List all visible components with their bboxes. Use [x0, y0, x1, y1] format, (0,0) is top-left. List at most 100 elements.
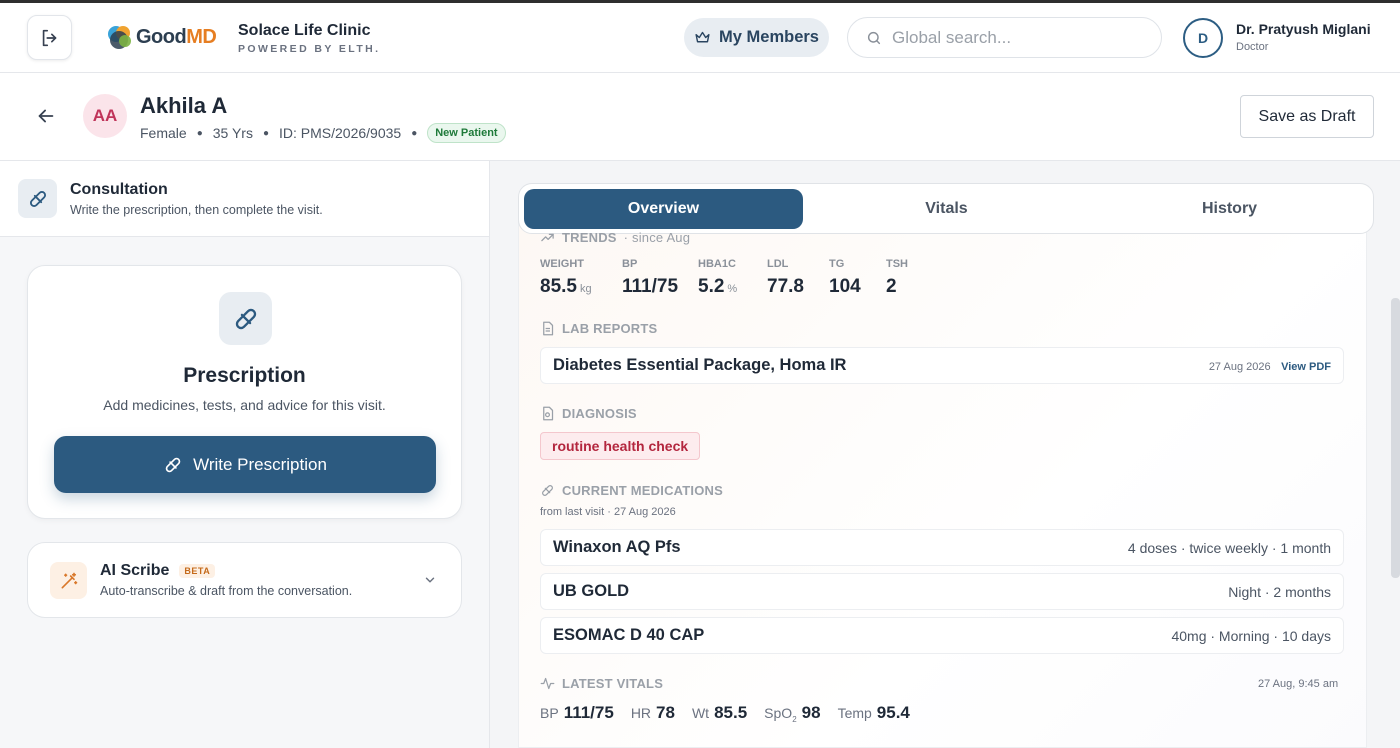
- diagnosis-label: DIAGNOSIS: [562, 406, 637, 421]
- write-prescription-button[interactable]: Write Prescription: [54, 436, 436, 493]
- metric-label: LDL: [767, 258, 789, 270]
- left-panel: Consultation Write the prescription, the…: [0, 161, 490, 748]
- medication-detail: Night · 2 months: [1228, 583, 1331, 600]
- search-icon: [867, 31, 881, 44]
- prescription-card: Prescription Add medicines, tests, and a…: [27, 265, 462, 519]
- file-search-icon: [543, 406, 554, 421]
- metric-unit: %: [727, 283, 738, 295]
- top-header: GoodMD Solace Life Clinic POWERED BY ELT…: [0, 3, 1400, 73]
- medication-row[interactable]: UB GOLD Night · 2 months: [540, 573, 1344, 610]
- ai-scribe-subtitle: Auto-transcribe & draft from the convers…: [100, 584, 353, 598]
- tab-vitals[interactable]: Vitals: [807, 189, 1086, 229]
- logout-button[interactable]: [27, 15, 72, 60]
- back-button[interactable]: [35, 105, 57, 132]
- goodmd-logo[interactable]: GoodMD: [106, 23, 217, 51]
- lab-reports-section-title: LAB REPORTS: [540, 321, 657, 336]
- patient-avatar: AA: [83, 94, 127, 138]
- write-prescription-label: Write Prescription: [193, 454, 327, 474]
- vital-value: 111/75: [563, 703, 614, 722]
- consultation-subtitle: Write the prescription, then complete th…: [70, 203, 323, 217]
- medications-subtitle: from last visit · 27 Aug 2026: [540, 506, 676, 518]
- metric-value: 104: [829, 276, 861, 297]
- medications-section-title: CURRENT MEDICATIONS: [540, 483, 723, 498]
- medication-name: Winaxon AQ Pfs: [553, 538, 681, 556]
- metric-label: TSH: [886, 258, 908, 270]
- prescription-title: Prescription: [183, 364, 306, 387]
- trends-section-title: TRENDS · since Aug: [540, 230, 690, 245]
- global-search[interactable]: [847, 17, 1162, 58]
- view-pdf-link[interactable]: View PDF: [1281, 361, 1331, 373]
- doctor-role: Doctor: [1236, 41, 1269, 53]
- document-icon: [543, 321, 554, 336]
- clinic-powered-by: POWERED BY ELTH.: [238, 43, 381, 55]
- diagnosis-chip: routine health check: [540, 432, 701, 460]
- metric-tg: TG 104: [829, 258, 861, 298]
- metric-label: HBA1C: [698, 258, 736, 270]
- trends-label: TRENDS: [562, 230, 617, 245]
- save-as-draft-button[interactable]: Save as Draft: [1240, 95, 1374, 138]
- metric-label: WEIGHT: [540, 258, 584, 270]
- medication-name: ESOMAC D 40 CAP: [553, 626, 705, 644]
- patient-gender: Female: [140, 125, 187, 141]
- vital-bp: BP 111/75: [540, 703, 614, 723]
- medication-detail: 40mg · Morning · 10 days: [1171, 627, 1331, 644]
- metric-weight: WEIGHT 85.5 kg: [540, 258, 592, 298]
- lab-report-row[interactable]: Diabetes Essential Package, Homa IR 27 A…: [540, 347, 1344, 384]
- crown-icon: [695, 31, 710, 43]
- new-patient-badge: New Patient: [427, 123, 506, 143]
- vital-key: SpO2: [764, 705, 797, 724]
- lab-reports-label: LAB REPORTS: [562, 321, 658, 336]
- metric-unit: kg: [579, 283, 592, 295]
- metric-label: BP: [622, 258, 638, 270]
- ai-scribe-title: AI Scribe BETA: [100, 562, 216, 580]
- doctor-info: Dr. Pratyush Miglani Doctor: [1236, 21, 1371, 53]
- vital-key: HR: [630, 705, 652, 721]
- ai-scribe-label: AI Scribe: [100, 562, 170, 579]
- vital-key: Wt: [691, 705, 710, 721]
- medication-row[interactable]: Winaxon AQ Pfs 4 doses · twice weekly · …: [540, 529, 1344, 566]
- doctor-avatar[interactable]: D: [1183, 18, 1223, 58]
- global-search-input[interactable]: [892, 27, 1142, 48]
- vital-key: BP: [540, 705, 559, 721]
- patient-id: ID: PMS/2026/9035: [279, 125, 402, 141]
- chevron-down-icon[interactable]: [423, 573, 437, 592]
- trend-up-icon: [541, 233, 554, 242]
- metric-value: 111/75: [622, 276, 679, 297]
- patient-name: Akhila A: [140, 93, 228, 118]
- clinic-name: Solace Life Clinic: [238, 22, 371, 39]
- metric-value: 77.8: [767, 276, 804, 297]
- medication-detail: 4 doses · twice weekly · 1 month: [1127, 539, 1331, 556]
- ai-scribe-card[interactable]: AI Scribe BETA Auto-transcribe & draft f…: [27, 542, 462, 618]
- prescription-subtitle: Add medicines, tests, and advice for thi…: [103, 397, 386, 413]
- separator-dot: ●: [196, 127, 203, 139]
- latest-vitals-row: BP 111/75 HR 78 Wt 85.5 SpO2 98 Temp 95.…: [540, 703, 910, 724]
- separator-dot: ●: [411, 127, 418, 139]
- logo-mark-icon: [106, 23, 134, 51]
- vital-temp: Temp 95.4: [838, 703, 910, 723]
- metric-value: 2: [886, 276, 897, 297]
- patient-meta: Female ● 35 Yrs ● ID: PMS/2026/9035 ● Ne…: [140, 123, 506, 143]
- consultation-header: Consultation Write the prescription, the…: [0, 161, 489, 237]
- tab-history[interactable]: History: [1090, 189, 1369, 229]
- pill-icon: [165, 457, 181, 472]
- tab-overview[interactable]: Overview: [524, 189, 803, 229]
- vital-spo2: SpO2 98: [764, 703, 820, 724]
- medication-row[interactable]: ESOMAC D 40 CAP 40mg · Morning · 10 days: [540, 617, 1344, 654]
- medications-label: CURRENT MEDICATIONS: [562, 483, 723, 498]
- trends-since: · since Aug: [623, 230, 691, 245]
- my-members-button[interactable]: My Members: [684, 18, 829, 57]
- lab-report-name: Diabetes Essential Package, Homa IR: [553, 356, 847, 374]
- vital-weight: Wt 85.5: [692, 703, 747, 723]
- logout-icon: [42, 29, 56, 46]
- pill-icon: [219, 292, 272, 345]
- metric-value: 85.5: [540, 276, 577, 297]
- latest-vitals-label: LATEST VITALS: [562, 676, 664, 691]
- medication-name: UB GOLD: [553, 582, 630, 600]
- diagnosis-section-title: DIAGNOSIS: [540, 406, 637, 421]
- lab-report-date: 27 Aug 2026: [1208, 360, 1271, 373]
- vital-hr: HR 78: [631, 703, 675, 723]
- metric-tsh: TSH 2: [886, 258, 908, 298]
- scrollbar[interactable]: [1391, 298, 1400, 578]
- latest-vitals-date: 27 Aug, 9:45 am: [1258, 678, 1339, 690]
- metric-hba1c: HBA1C 5.2%: [698, 258, 737, 298]
